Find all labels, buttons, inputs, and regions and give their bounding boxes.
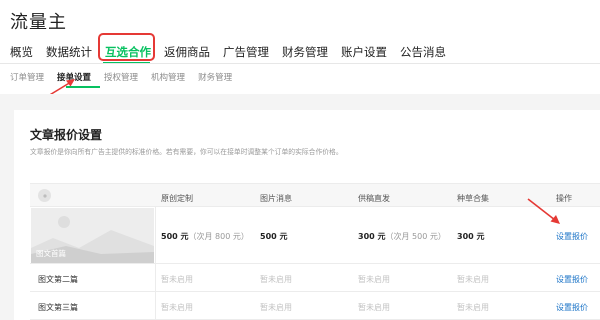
price-original: 500 元（次月 800 元） <box>161 232 249 241</box>
status-original: 暂未启用 <box>161 303 193 312</box>
image-placeholder-icon <box>38 189 51 202</box>
tab-announcements[interactable]: 公告消息 <box>400 44 446 60</box>
status-image-message: 暂未启用 <box>260 303 292 312</box>
status-direct-supply: 暂未启用 <box>358 303 390 312</box>
table-row: 图文第二篇 暂未启用 暂未启用 暂未启用 暂未启用 设置报价 <box>30 264 600 292</box>
subtab-authorization-management[interactable]: 授权管理 <box>104 71 138 83</box>
status-collection: 暂未启用 <box>457 275 489 284</box>
tab-overview[interactable]: 概览 <box>10 44 33 60</box>
table-row: 图文第三篇 暂未启用 暂未启用 暂未启用 暂未启用 设置报价 <box>30 292 600 320</box>
column-header-collection: 种草合集 <box>457 194 489 203</box>
subtab-agency-management[interactable]: 机构管理 <box>151 71 185 83</box>
article-thumbnail: 图文首篇 <box>31 208 154 263</box>
price-direct-supply-note: （次月 500 元） <box>385 232 446 241</box>
column-header-original: 原创定制 <box>161 194 193 203</box>
tab-account-settings[interactable]: 账户设置 <box>341 44 387 60</box>
set-quote-button[interactable]: 设置报价 <box>556 302 588 313</box>
table-header: 原创定制 图片消息 供稿直发 种草合集 操作 <box>30 183 600 207</box>
column-header-action: 操作 <box>556 194 572 203</box>
price-image-message: 500 元 <box>260 232 288 241</box>
tab-ad-management[interactable]: 广告管理 <box>223 44 269 60</box>
subtab-order-settings[interactable]: 接单设置 <box>57 71 91 83</box>
status-original: 暂未启用 <box>161 275 193 284</box>
status-collection: 暂未启用 <box>457 303 489 312</box>
tab-data-statistics[interactable]: 数据统计 <box>46 44 92 60</box>
tab-commission-products[interactable]: 返佣商品 <box>164 44 210 60</box>
row-name: 图文第二篇 <box>38 275 78 284</box>
price-collection: 300 元 <box>457 232 485 241</box>
set-quote-button[interactable]: 设置报价 <box>556 274 588 285</box>
table-row: 图文首篇 500 元（次月 800 元） 500 元 300 元（次月 500 … <box>30 207 600 264</box>
active-subtab-underline <box>66 86 100 88</box>
status-image-message: 暂未启用 <box>260 275 292 284</box>
status-direct-supply: 暂未启用 <box>358 275 390 284</box>
main-nav: 概览 数据统计 互选合作 返佣商品 广告管理 财务管理 账户设置 公告消息 <box>10 42 459 62</box>
sub-nav: 订单管理 接单设置 授权管理 机构管理 财务管理 <box>10 70 245 84</box>
nav-divider <box>0 63 600 64</box>
price-original-note: （次月 800 元） <box>188 232 249 241</box>
subtab-finance-management[interactable]: 财务管理 <box>198 71 232 83</box>
column-header-image-message: 图片消息 <box>260 194 292 203</box>
subtab-order-management[interactable]: 订单管理 <box>10 71 44 83</box>
tab-finance-management[interactable]: 财务管理 <box>282 44 328 60</box>
card-title: 文章报价设置 <box>30 128 103 142</box>
card-description: 文章报价是你向所有广告主提供的标准价格。若有需要，你可以在接单时调整某个订单的实… <box>30 148 343 156</box>
app-title: 流量主 <box>10 12 67 33</box>
row-name: 图文首篇 <box>36 249 66 258</box>
price-direct-supply: 300 元（次月 500 元） <box>358 232 446 241</box>
row-name: 图文第三篇 <box>38 303 78 312</box>
active-tab-highlight-box <box>98 33 155 61</box>
column-header-direct-supply: 供稿直发 <box>358 194 390 203</box>
set-quote-button[interactable]: 设置报价 <box>556 231 588 242</box>
